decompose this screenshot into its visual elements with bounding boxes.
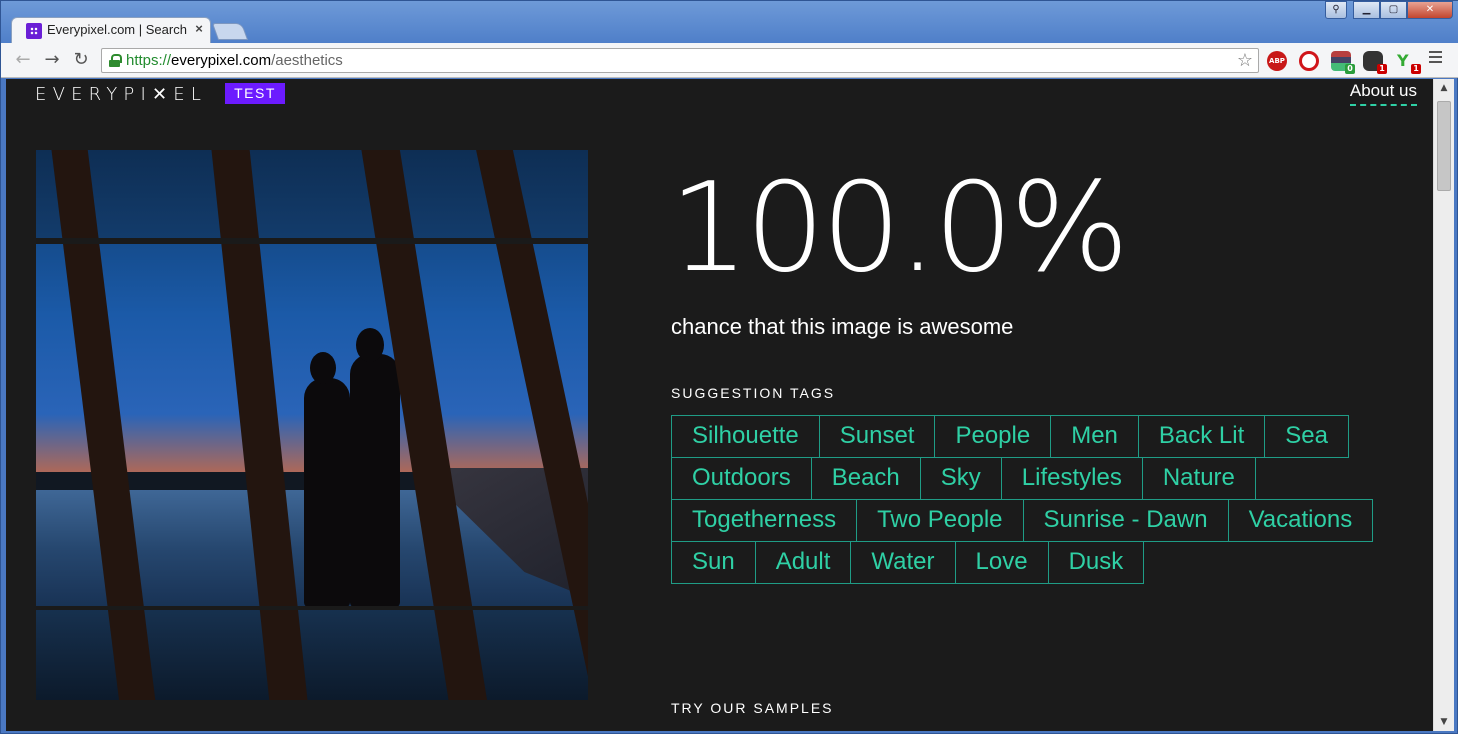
suggestion-tag[interactable]: Sky <box>919 457 1002 500</box>
score-caption: chance that this image is awesome <box>671 314 1014 339</box>
bookmark-star-icon[interactable]: ☆ <box>1237 50 1253 71</box>
tab-close-icon[interactable]: × <box>192 21 206 39</box>
photo-silhouette-man <box>350 354 400 608</box>
suggestion-tag[interactable]: Water <box>850 541 956 584</box>
tab-title: Everypixel.com | Search <box>47 22 187 37</box>
suggestion-tag[interactable]: Sun <box>671 541 756 584</box>
vertical-scrollbar[interactable]: ▲ ▼ <box>1433 79 1454 731</box>
suggestion-tag[interactable]: Silhouette <box>671 415 820 458</box>
suggestion-tag[interactable]: People <box>934 415 1052 458</box>
suggestion-tag[interactable]: Sea <box>1264 415 1349 458</box>
scroll-thumb[interactable] <box>1437 101 1451 191</box>
tag-row: Sun Adult Water Love Dusk <box>671 541 1361 584</box>
tab-everypixel[interactable]: Everypixel.com | Search × <box>11 17 211 43</box>
suggestion-tag[interactable]: Men <box>1050 415 1139 458</box>
close-window-button[interactable]: ✕ <box>1407 1 1453 19</box>
maximize-button[interactable]: ▢ <box>1380 1 1407 19</box>
suggestion-tags-grid: Silhouette Sunset People Men Back Lit Sea Outd… <box>671 415 1374 584</box>
try-our-samples-heading: TRY OUR SAMPLES <box>671 700 834 716</box>
suggestion-tag[interactable]: Sunrise - Dawn <box>1022 499 1229 542</box>
ghost-extension-icon[interactable]: 1 <box>1363 51 1387 74</box>
page-viewport: EVERYPI✕EL TEST About us 100.0% chance t… <box>6 79 1433 731</box>
url-text: https://everypixel.com/aesthetics <box>126 52 343 69</box>
suggestion-tag[interactable]: Adult <box>754 541 852 584</box>
reload-icon[interactable]: ↻ <box>71 50 91 70</box>
opera-icon[interactable] <box>1299 51 1319 71</box>
sprout-extension-badge: 1 <box>1411 64 1421 74</box>
photo-silhouette-woman <box>304 378 350 608</box>
photo-panel-edge <box>36 606 588 610</box>
suggestion-tags-heading: SUGGESTION TAGS <box>671 385 836 401</box>
suggestion-tag[interactable]: Love <box>954 541 1049 584</box>
new-tab-button[interactable] <box>211 23 249 40</box>
suggestion-tag[interactable]: Beach <box>810 457 921 500</box>
ghost-extension-badge: 1 <box>1377 64 1387 74</box>
scroll-down-arrow-icon[interactable]: ▼ <box>1434 713 1454 731</box>
everypixel-logo[interactable]: EVERYPI✕EL <box>35 84 207 105</box>
adblock-icon[interactable]: ABP <box>1267 51 1287 71</box>
photo-silhouette-head <box>310 352 336 384</box>
hamburger-menu-icon[interactable] <box>1429 51 1443 69</box>
user-profile-icon[interactable]: ⚲ <box>1325 1 1347 19</box>
everypixel-favicon-icon <box>26 23 42 39</box>
suggestion-tag[interactable]: Outdoors <box>671 457 812 500</box>
scroll-up-arrow-icon[interactable]: ▲ <box>1434 79 1454 97</box>
minimize-button[interactable]: ▁ <box>1353 1 1380 19</box>
browser-toolbar: ← → ↻ https://everypixel.com/aesthetics … <box>1 43 1458 78</box>
list-extension-icon[interactable]: 0 <box>1331 51 1355 74</box>
tag-row: Outdoors Beach Sky Lifestyles Nature <box>671 457 1361 500</box>
suggestion-tag[interactable]: Vacations <box>1227 499 1374 542</box>
tab-strip: Everypixel.com | Search × ⚲ ▁ ▢ ✕ <box>1 1 1458 43</box>
suggestion-tag[interactable]: Nature <box>1141 457 1256 500</box>
photo-panel-edge <box>36 238 588 244</box>
test-badge: TEST <box>225 83 285 104</box>
suggestion-tag[interactable]: Togetherness <box>671 499 858 542</box>
tag-row: Togetherness Two People Sunrise - Dawn Vaca… <box>671 499 1374 542</box>
browser-window: Everypixel.com | Search × ⚲ ▁ ▢ ✕ ← → ↻ … <box>0 0 1458 734</box>
suggestion-tag[interactable]: Back Lit <box>1137 415 1266 458</box>
suggestion-tag[interactable]: Two People <box>856 499 1024 542</box>
address-bar[interactable]: https://everypixel.com/aesthetics ☆ <box>101 48 1259 73</box>
about-us-link[interactable]: About us <box>1349 81 1417 106</box>
window-controls: ⚲ ▁ ▢ ✕ <box>1325 1 1453 19</box>
suggestion-tag[interactable]: Lifestyles <box>1000 457 1143 500</box>
suggestion-tag[interactable]: Sunset <box>818 415 936 458</box>
uploaded-photo <box>36 150 588 700</box>
tag-row: Silhouette Sunset People Men Back Lit Sea <box>671 415 1361 458</box>
forward-arrow-icon[interactable]: → <box>42 50 62 70</box>
lock-icon <box>109 54 122 67</box>
aesthetic-score: 100.0% <box>669 155 1129 300</box>
photo-silhouette-head <box>356 328 384 362</box>
sprout-extension-icon[interactable]: Y1 <box>1397 51 1421 74</box>
list-extension-badge: 0 <box>1345 64 1355 74</box>
suggestion-tag[interactable]: Dusk <box>1047 541 1145 584</box>
back-arrow-icon[interactable]: ← <box>13 50 33 70</box>
